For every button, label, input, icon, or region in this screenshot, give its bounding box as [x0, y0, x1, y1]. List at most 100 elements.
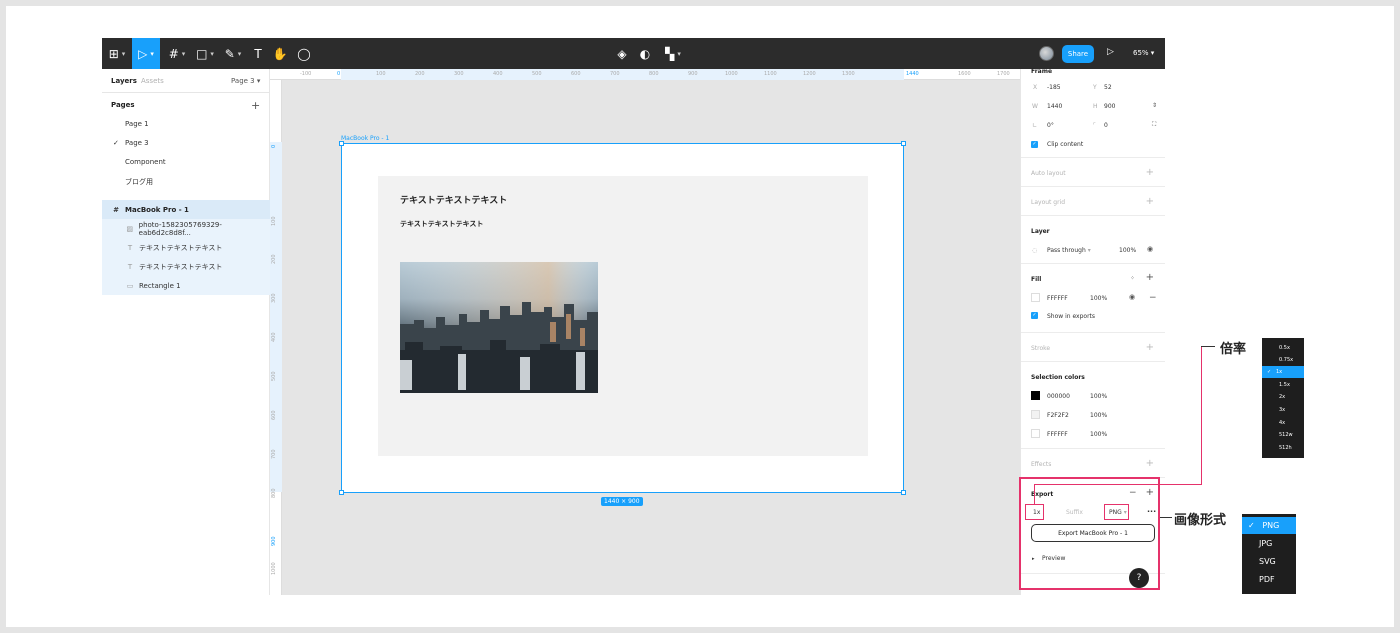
- move-tool-button[interactable]: ▷ ▾: [132, 38, 160, 69]
- scale-leader-line: [1201, 346, 1215, 347]
- scale-option[interactable]: 512h: [1262, 442, 1304, 454]
- pen-icon: ✎: [224, 46, 235, 61]
- frame-label[interactable]: MacBook Pro - 1: [341, 135, 389, 142]
- component-button[interactable]: ◈: [614, 38, 630, 69]
- main-menu-button[interactable]: ⊞ ▾: [104, 38, 130, 69]
- scale-menu: 0.5x 0.75x ✓ 1x 1.5x 2x 3x 4x 512w 512h: [1262, 338, 1304, 458]
- ruler-tick: 500: [271, 371, 277, 381]
- ruler-tick: 1700: [997, 71, 1010, 77]
- layer-row-rectangle[interactable]: ▭ Rectangle 1: [102, 276, 270, 295]
- pen-tool-button[interactable]: ✎ ▾: [220, 38, 246, 69]
- layer-section: Layer ◌ Pass through ▾ 100% ◉: [1021, 216, 1165, 264]
- effects-section: Effects +: [1021, 449, 1165, 478]
- color-opacity[interactable]: 100%: [1090, 412, 1107, 419]
- scale-option[interactable]: 0.75x: [1262, 354, 1304, 366]
- fill-hex-field[interactable]: FFFFFF: [1047, 295, 1068, 302]
- text-icon: T: [127, 262, 133, 271]
- zoom-dropdown[interactable]: 65% ▾: [1133, 49, 1154, 57]
- ruler-tick: 1100: [764, 71, 777, 77]
- mask-button[interactable]: ◐: [637, 38, 653, 69]
- ruler-tick: 300: [271, 293, 277, 303]
- boolean-button[interactable]: ▚ ▾: [660, 38, 686, 69]
- add-layout-grid-icon[interactable]: +: [1146, 197, 1154, 207]
- scale-option[interactable]: 512w: [1262, 429, 1304, 441]
- scale-option[interactable]: 3x: [1262, 404, 1304, 416]
- rectangle-1[interactable]: テキストテキストテキスト テキストテキストテキスト: [378, 176, 868, 456]
- format-option[interactable]: JPG: [1242, 535, 1296, 552]
- effects-title: Effects: [1031, 461, 1052, 468]
- add-page-icon[interactable]: +: [251, 100, 260, 111]
- layer-row-photo[interactable]: ▨ photo-1582305769329-eab6d2c8d8f...: [102, 219, 270, 238]
- fill-opacity-field[interactable]: 100%: [1090, 295, 1107, 302]
- ruler-tick: 600: [271, 410, 277, 420]
- format-option[interactable]: SVG: [1242, 553, 1296, 570]
- scale-option[interactable]: 4x: [1262, 417, 1304, 429]
- layer-opacity-field[interactable]: 100%: [1119, 247, 1136, 254]
- show-in-exports-label: Show in exports: [1047, 313, 1096, 320]
- help-button[interactable]: ?: [1129, 568, 1149, 588]
- size-badge: 1440 × 900: [601, 497, 643, 506]
- resize-handle[interactable]: [339, 141, 344, 146]
- tab-layers[interactable]: Layers: [111, 77, 137, 85]
- show-in-exports-checkbox[interactable]: ✓: [1031, 312, 1038, 319]
- color-hex[interactable]: F2F2F2: [1047, 412, 1069, 419]
- tab-assets[interactable]: Assets: [141, 77, 164, 85]
- scale-option[interactable]: 2x: [1262, 391, 1304, 403]
- format-option[interactable]: PDF: [1242, 571, 1296, 588]
- page-item-1[interactable]: Page 1: [125, 120, 149, 128]
- share-button[interactable]: Share: [1062, 45, 1094, 63]
- text-icon: T: [127, 243, 133, 252]
- fill-swatch[interactable]: [1031, 293, 1040, 302]
- remove-fill-icon[interactable]: −: [1149, 293, 1157, 303]
- resize-handle[interactable]: [901, 490, 906, 495]
- add-effect-icon[interactable]: +: [1146, 459, 1154, 469]
- blend-mode-dropdown[interactable]: Pass through ▾: [1047, 247, 1091, 254]
- comment-tool-button[interactable]: ◯: [296, 38, 312, 69]
- city-photo[interactable]: [400, 262, 598, 393]
- shape-tool-button[interactable]: □ ▾: [192, 38, 218, 69]
- component-icon: ◈: [617, 46, 627, 61]
- eye-icon[interactable]: ◉: [1129, 293, 1135, 301]
- text-tool-button[interactable]: T: [250, 38, 266, 69]
- play-icon[interactable]: ▷: [1107, 47, 1114, 57]
- page-selector[interactable]: Page 3 ▾: [231, 77, 260, 85]
- page-item-component[interactable]: Component: [125, 158, 166, 166]
- ruler-tick: 600: [571, 71, 581, 77]
- eye-icon[interactable]: ◉: [1147, 245, 1153, 253]
- canvas-subheading[interactable]: テキストテキストテキスト: [400, 219, 483, 229]
- color-opacity[interactable]: 100%: [1090, 431, 1107, 438]
- fill-title: Fill: [1031, 276, 1042, 283]
- layer-row-text-1[interactable]: T テキストテキストテキスト: [102, 238, 270, 257]
- layer-label: MacBook Pro - 1: [125, 205, 189, 214]
- color-swatch-black[interactable]: [1031, 391, 1040, 400]
- style-icon[interactable]: ⁘: [1130, 275, 1135, 282]
- toolbar: ⊞ ▾ ▷ ▾ # ▾ □ ▾ ✎ ▾ T ✋ ◯ ◈ ◐ ▚ ▾ Share …: [102, 38, 1165, 69]
- add-stroke-icon[interactable]: +: [1146, 343, 1154, 353]
- scale-option[interactable]: 1.5x: [1262, 379, 1304, 391]
- page-item-3[interactable]: Page 3: [125, 139, 149, 147]
- ruler-selection-highlight: [270, 142, 282, 492]
- page-item-blog[interactable]: ブログ用: [125, 177, 153, 187]
- color-swatch-gray[interactable]: [1031, 410, 1040, 419]
- color-opacity[interactable]: 100%: [1090, 393, 1107, 400]
- color-hex[interactable]: 000000: [1047, 393, 1070, 400]
- figma-window: ⊞ ▾ ▷ ▾ # ▾ □ ▾ ✎ ▾ T ✋ ◯ ◈ ◐ ▚ ▾ Share …: [102, 38, 1165, 595]
- avatar[interactable]: [1039, 46, 1054, 61]
- canvas-heading[interactable]: テキストテキストテキスト: [400, 193, 507, 206]
- format-option-selected[interactable]: ✓ PNG: [1242, 517, 1296, 534]
- city-skyline-image: [400, 262, 598, 393]
- frame-tool-button[interactable]: # ▾: [164, 38, 190, 69]
- artboard[interactable]: テキストテキストテキスト テキストテキストテキスト: [339, 141, 906, 495]
- layer-row-text-2[interactable]: T テキストテキストテキスト: [102, 257, 270, 276]
- color-hex[interactable]: FFFFFF: [1047, 431, 1068, 438]
- color-swatch-white[interactable]: [1031, 429, 1040, 438]
- resize-handle[interactable]: [339, 490, 344, 495]
- resize-handle[interactable]: [901, 141, 906, 146]
- layer-row-frame[interactable]: # MacBook Pro - 1: [102, 200, 270, 219]
- hand-tool-button[interactable]: ✋: [272, 38, 288, 69]
- layer-label: photo-1582305769329-eab6d2c8d8f...: [138, 220, 222, 237]
- add-fill-icon[interactable]: +: [1146, 273, 1154, 283]
- scale-option[interactable]: 0.5x: [1262, 342, 1304, 354]
- add-auto-layout-icon[interactable]: +: [1146, 168, 1154, 178]
- scale-option-selected[interactable]: ✓ 1x: [1262, 366, 1304, 378]
